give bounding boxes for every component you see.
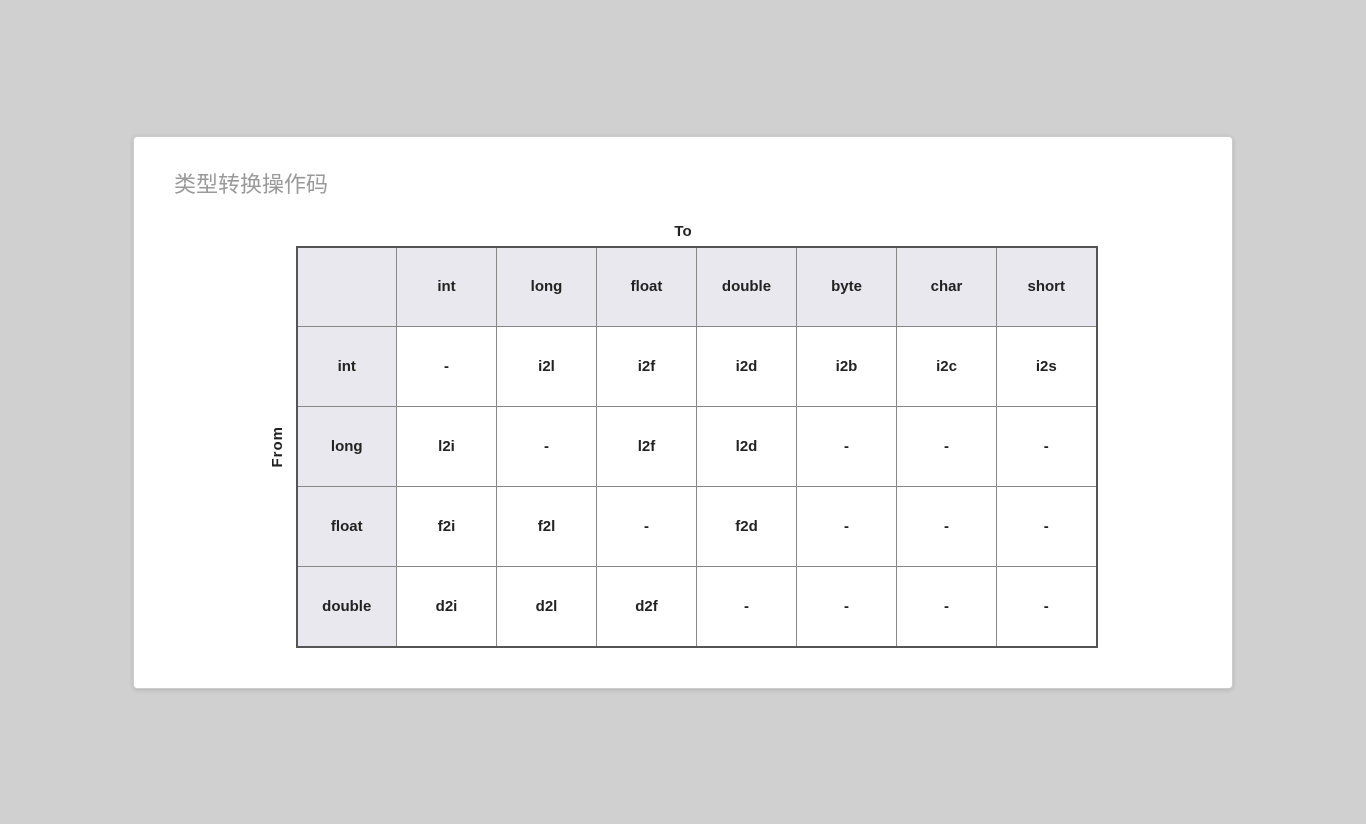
cell-r0-c4: i2b [797, 327, 897, 407]
main-card: 类型转换操作码 To From int long float double by… [133, 136, 1233, 689]
cell-r1-c4: - [797, 407, 897, 487]
col-header-byte: byte [797, 247, 897, 327]
col-header-int: int [397, 247, 497, 327]
cell-r2-c0: f2i [397, 487, 497, 567]
table-area: To From int long float double byte char … [174, 223, 1192, 648]
cell-r0-c2: i2f [597, 327, 697, 407]
col-header-float: float [597, 247, 697, 327]
cell-r1-c1: - [497, 407, 597, 487]
col-header-double: double [697, 247, 797, 327]
cell-r2-c2: - [597, 487, 697, 567]
cell-r3-c3: - [697, 567, 797, 647]
cell-r0-c0: - [397, 327, 497, 407]
header-row: int long float double byte char short [297, 247, 1097, 327]
row-header-int: int [297, 327, 397, 407]
cell-r1-c2: l2f [597, 407, 697, 487]
cell-r0-c5: i2c [897, 327, 997, 407]
cell-r0-c3: i2d [697, 327, 797, 407]
table-row: doubled2id2ld2f---- [297, 567, 1097, 647]
col-header-char: char [897, 247, 997, 327]
cell-r2-c6: - [997, 487, 1097, 567]
from-label: From [269, 426, 286, 468]
col-header-long: long [497, 247, 597, 327]
cell-r3-c5: - [897, 567, 997, 647]
cell-r0-c6: i2s [997, 327, 1097, 407]
cell-r3-c0: d2i [397, 567, 497, 647]
conversion-table: int long float double byte char short in… [296, 246, 1098, 648]
table-row: floatf2if2l-f2d--- [297, 487, 1097, 567]
to-label: To [674, 223, 691, 240]
cell-r3-c4: - [797, 567, 897, 647]
table-with-from: From int long float double byte char sho… [269, 246, 1098, 648]
col-header-short: short [997, 247, 1097, 327]
cell-r2-c5: - [897, 487, 997, 567]
table-row: longl2i-l2fl2d--- [297, 407, 1097, 487]
row-header-float: float [297, 487, 397, 567]
page-title: 类型转换操作码 [174, 167, 1192, 199]
cell-r1-c3: l2d [697, 407, 797, 487]
cell-r2-c4: - [797, 487, 897, 567]
cell-r2-c1: f2l [497, 487, 597, 567]
cell-r1-c6: - [997, 407, 1097, 487]
cell-r3-c2: d2f [597, 567, 697, 647]
cell-r0-c1: i2l [497, 327, 597, 407]
cell-r2-c3: f2d [697, 487, 797, 567]
table-row: int-i2li2fi2di2bi2ci2s [297, 327, 1097, 407]
cell-r1-c0: l2i [397, 407, 497, 487]
corner-cell [297, 247, 397, 327]
cell-r3-c6: - [997, 567, 1097, 647]
row-header-double: double [297, 567, 397, 647]
cell-r3-c1: d2l [497, 567, 597, 647]
cell-r1-c5: - [897, 407, 997, 487]
row-header-long: long [297, 407, 397, 487]
